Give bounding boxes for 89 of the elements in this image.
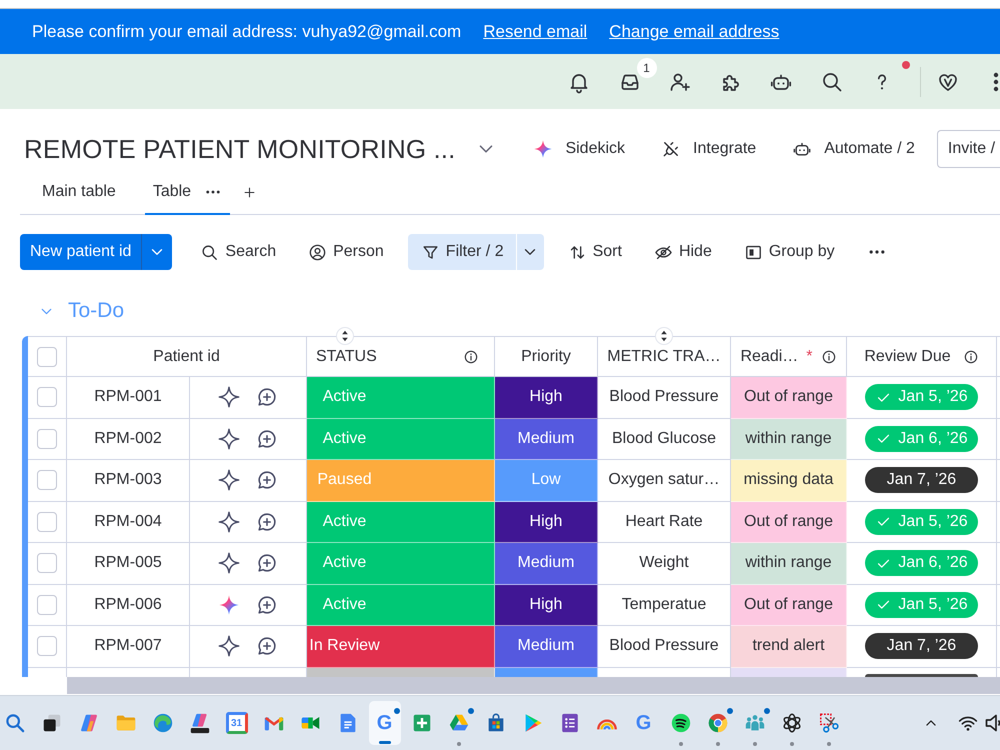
- priority-cell[interactable]: Medium: [495, 626, 598, 668]
- table-cell: RPM-003: [67, 460, 190, 502]
- info-icon[interactable]: [820, 348, 837, 364]
- required-mark: *: [806, 348, 813, 366]
- person-button[interactable]: Person: [300, 234, 392, 270]
- sparkle-icon[interactable]: [218, 428, 240, 450]
- new-item-button[interactable]: New patient id: [20, 234, 142, 270]
- sparkle-icon: [533, 139, 554, 159]
- banner-link[interactable]: Resend email: [483, 22, 588, 42]
- sound-waves-circle-icon[interactable]: [670, 712, 692, 734]
- priority-cell[interactable]: Medium: [495, 418, 598, 460]
- chat-bubble-plus-icon[interactable]: [256, 428, 278, 450]
- chat-bubble-plus-icon[interactable]: [256, 594, 278, 616]
- checkbox[interactable]: [37, 346, 57, 366]
- priority-cell[interactable]: Medium: [495, 543, 598, 584]
- tab[interactable]: Table: [144, 171, 230, 215]
- up-down-handle-icon[interactable]: [655, 327, 673, 345]
- table-cell: RPM-001: [67, 377, 190, 418]
- column-header: Readi…: [740, 348, 798, 366]
- sparkle-icon[interactable]: [218, 552, 240, 574]
- table-cell: RPM-006: [67, 584, 190, 626]
- status-cell[interactable]: In Review: [307, 626, 495, 668]
- interlaced-ellipses-icon[interactable]: [780, 712, 802, 734]
- active-indicator: [378, 741, 390, 744]
- search-icon: [200, 242, 220, 262]
- group-by-button[interactable]: Group by: [736, 234, 843, 270]
- banner-message: Please confirm your email address: vuhya92@gmail.com: [32, 22, 462, 42]
- checkbox[interactable]: [37, 512, 57, 532]
- sort-button[interactable]: Sort: [560, 234, 630, 270]
- tricolor-circle-icon[interactable]: [706, 712, 728, 734]
- priority-cell[interactable]: High: [495, 377, 598, 418]
- chat-bubble-plus-icon[interactable]: [256, 510, 278, 533]
- horizontal-scrollbar[interactable]: [67, 677, 1000, 694]
- assistant-button[interactable]: Sidekick: [525, 131, 634, 167]
- search-button[interactable]: Search: [192, 234, 284, 270]
- calendar-icon[interactable]: 31: [226, 712, 248, 734]
- priority-cell[interactable]: High: [495, 584, 598, 626]
- table-cell: RPM-004: [67, 502, 190, 543]
- up-down-handle-icon[interactable]: [336, 327, 354, 345]
- chat-bubble-plus-icon[interactable]: [256, 469, 278, 492]
- date-pill[interactable]: Jan 7, ’26: [865, 467, 978, 494]
- automate-button[interactable]: Automate / 2: [784, 131, 923, 167]
- scissors-icon[interactable]: [818, 712, 840, 734]
- swirl-globe-icon[interactable]: [152, 712, 174, 734]
- invite-button[interactable]: Invite /: [936, 130, 1000, 168]
- person-icon: [308, 242, 328, 262]
- filter-button[interactable]: Filter / 2: [408, 234, 516, 270]
- sparkle-icon[interactable]: [218, 469, 240, 492]
- column-header: STATUS: [316, 348, 377, 366]
- hide-button[interactable]: Hide: [646, 234, 720, 270]
- board-title: REMOTE PATIENT MONITORING ...: [24, 134, 456, 164]
- dropdown-button[interactable]: [141, 234, 172, 270]
- chat-bubble-plus-icon[interactable]: [256, 386, 278, 408]
- sparkle-icon[interactable]: [218, 510, 240, 533]
- reading-cell[interactable]: missing data: [731, 460, 847, 502]
- integrate-button[interactable]: Integrate: [653, 131, 764, 167]
- priority-cell[interactable]: High: [495, 502, 598, 543]
- chat-bubble-plus-icon[interactable]: [256, 635, 278, 658]
- date-pill[interactable]: Jan 7, ’26: [865, 633, 978, 660]
- info-icon[interactable]: [962, 348, 979, 364]
- column-header: Review Due: [864, 348, 951, 366]
- table-cell: RPM-007: [67, 626, 190, 668]
- checkbox[interactable]: [37, 553, 57, 574]
- reading-cell[interactable]: Out of range: [731, 377, 847, 418]
- sparkle-icon[interactable]: [218, 635, 240, 658]
- column-header: METRIC TRA…: [607, 348, 721, 366]
- plus-icon[interactable]: [242, 185, 258, 200]
- reading-cell[interactable]: Out of range: [731, 502, 847, 543]
- tab[interactable]: Main table: [34, 171, 124, 215]
- checkbox[interactable]: [37, 387, 57, 408]
- column-header: Patient id: [153, 348, 220, 366]
- sparkle-icon[interactable]: [218, 386, 240, 408]
- reading-cell[interactable]: Out of range: [731, 584, 847, 626]
- table-cell: RPM-005: [67, 543, 190, 584]
- notification-badge: 1: [636, 58, 656, 78]
- sparkle-icon[interactable]: [218, 594, 240, 616]
- checkbox[interactable]: [37, 636, 57, 656]
- banner-link[interactable]: Change email address: [609, 22, 780, 42]
- ribbon-tile-icon[interactable]: [188, 712, 210, 734]
- column-header: Priority: [521, 348, 571, 366]
- info-icon[interactable]: [463, 348, 479, 364]
- checkbox[interactable]: [37, 470, 57, 490]
- chat-bubble-plus-icon[interactable]: [256, 552, 278, 574]
- reading-cell[interactable]: within range: [731, 543, 847, 584]
- checkbox[interactable]: [37, 428, 57, 449]
- reading-cell[interactable]: trend alert: [731, 626, 847, 668]
- checkbox[interactable]: [37, 594, 57, 615]
- reading-cell[interactable]: within range: [731, 418, 847, 460]
- table-cell: RPM-002: [67, 418, 190, 460]
